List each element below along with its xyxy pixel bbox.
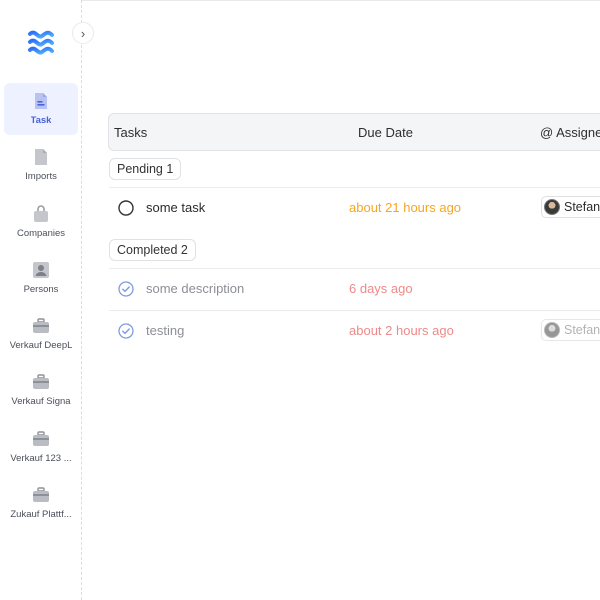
sidebar-item-label: Zukauf Plattf... <box>10 509 72 521</box>
group-badge-pending[interactable]: Pending 1 <box>109 158 182 180</box>
sidebar-item-label: Companies <box>16 227 66 239</box>
file-icon <box>32 148 50 166</box>
table-row[interactable]: testing about 2 hours ago Stefan <box>109 310 600 352</box>
column-header-assignee[interactable]: @ Assignee <box>540 125 600 140</box>
app-logo[interactable] <box>26 27 56 57</box>
avatar <box>544 322 560 338</box>
task-due-date: about 2 hours ago <box>349 323 454 338</box>
sidebar-item-label: Imports <box>25 171 57 183</box>
checkbox-checked-icon[interactable] <box>118 281 134 297</box>
column-header-due-date[interactable]: Due Date <box>358 125 413 140</box>
briefcase-icon <box>32 430 50 448</box>
sidebar-item-label: Persons <box>23 283 59 295</box>
briefcase-icon <box>32 317 50 335</box>
sidebar-item-label: Verkauf 123 ... <box>10 452 72 464</box>
sidebar-item-companies[interactable]: Companies <box>4 196 78 248</box>
table-row[interactable]: some task about 21 hours ago Stefan <box>109 187 600 229</box>
sidebar-item-task[interactable]: Task <box>4 83 78 135</box>
sidebar-item-verkauf-deepl[interactable]: Verkauf DeepL <box>4 308 78 360</box>
avatar <box>544 199 560 215</box>
briefcase-icon <box>32 373 50 391</box>
task-due-date: 6 days ago <box>349 281 413 296</box>
bag-icon <box>32 204 50 223</box>
briefcase-icon <box>32 486 50 504</box>
top-divider <box>82 0 600 1</box>
task-title[interactable]: testing <box>146 323 184 338</box>
task-doc-icon <box>32 92 50 110</box>
sidebar-item-label: Task <box>30 115 52 126</box>
table-header: Tasks Due Date @ Assignee <box>108 113 600 151</box>
sidebar: › Task Imports Companies Persons Verkauf… <box>0 0 94 600</box>
table-row[interactable]: some description 6 days ago <box>109 268 600 310</box>
sidebar-nav: Task Imports Companies Persons Verkauf D… <box>4 83 78 533</box>
checkbox-checked-icon[interactable] <box>118 323 134 339</box>
task-due-date: about 21 hours ago <box>349 200 462 215</box>
task-title[interactable]: some task <box>146 200 205 215</box>
column-header-tasks[interactable]: Tasks <box>114 125 147 140</box>
checkbox-unchecked-icon[interactable] <box>118 200 134 216</box>
sidebar-item-verkauf-123[interactable]: Verkauf 123 ... <box>4 421 78 473</box>
sidebar-item-zukauf-plattf[interactable]: Zukauf Plattf... <box>4 477 78 529</box>
sidebar-item-label: Verkauf Signa <box>11 396 71 408</box>
assignee-chip[interactable]: Stefan <box>541 196 600 218</box>
sidebar-item-persons[interactable]: Persons <box>4 252 78 304</box>
assignee-name: Stefan <box>564 323 600 337</box>
task-title[interactable]: some description <box>146 281 244 296</box>
sidebar-item-verkauf-signa[interactable]: Verkauf Signa <box>4 364 78 416</box>
person-icon <box>32 261 50 279</box>
sidebar-item-label: Verkauf DeepL <box>9 340 73 352</box>
assignee-name: Stefan <box>564 200 600 214</box>
chevron-right-icon: › <box>80 25 86 41</box>
sidebar-item-imports[interactable]: Imports <box>4 139 78 191</box>
sidebar-collapse-button[interactable]: › <box>72 22 94 44</box>
group-badge-completed[interactable]: Completed 2 <box>109 239 196 261</box>
assignee-chip[interactable]: Stefan <box>541 319 600 341</box>
